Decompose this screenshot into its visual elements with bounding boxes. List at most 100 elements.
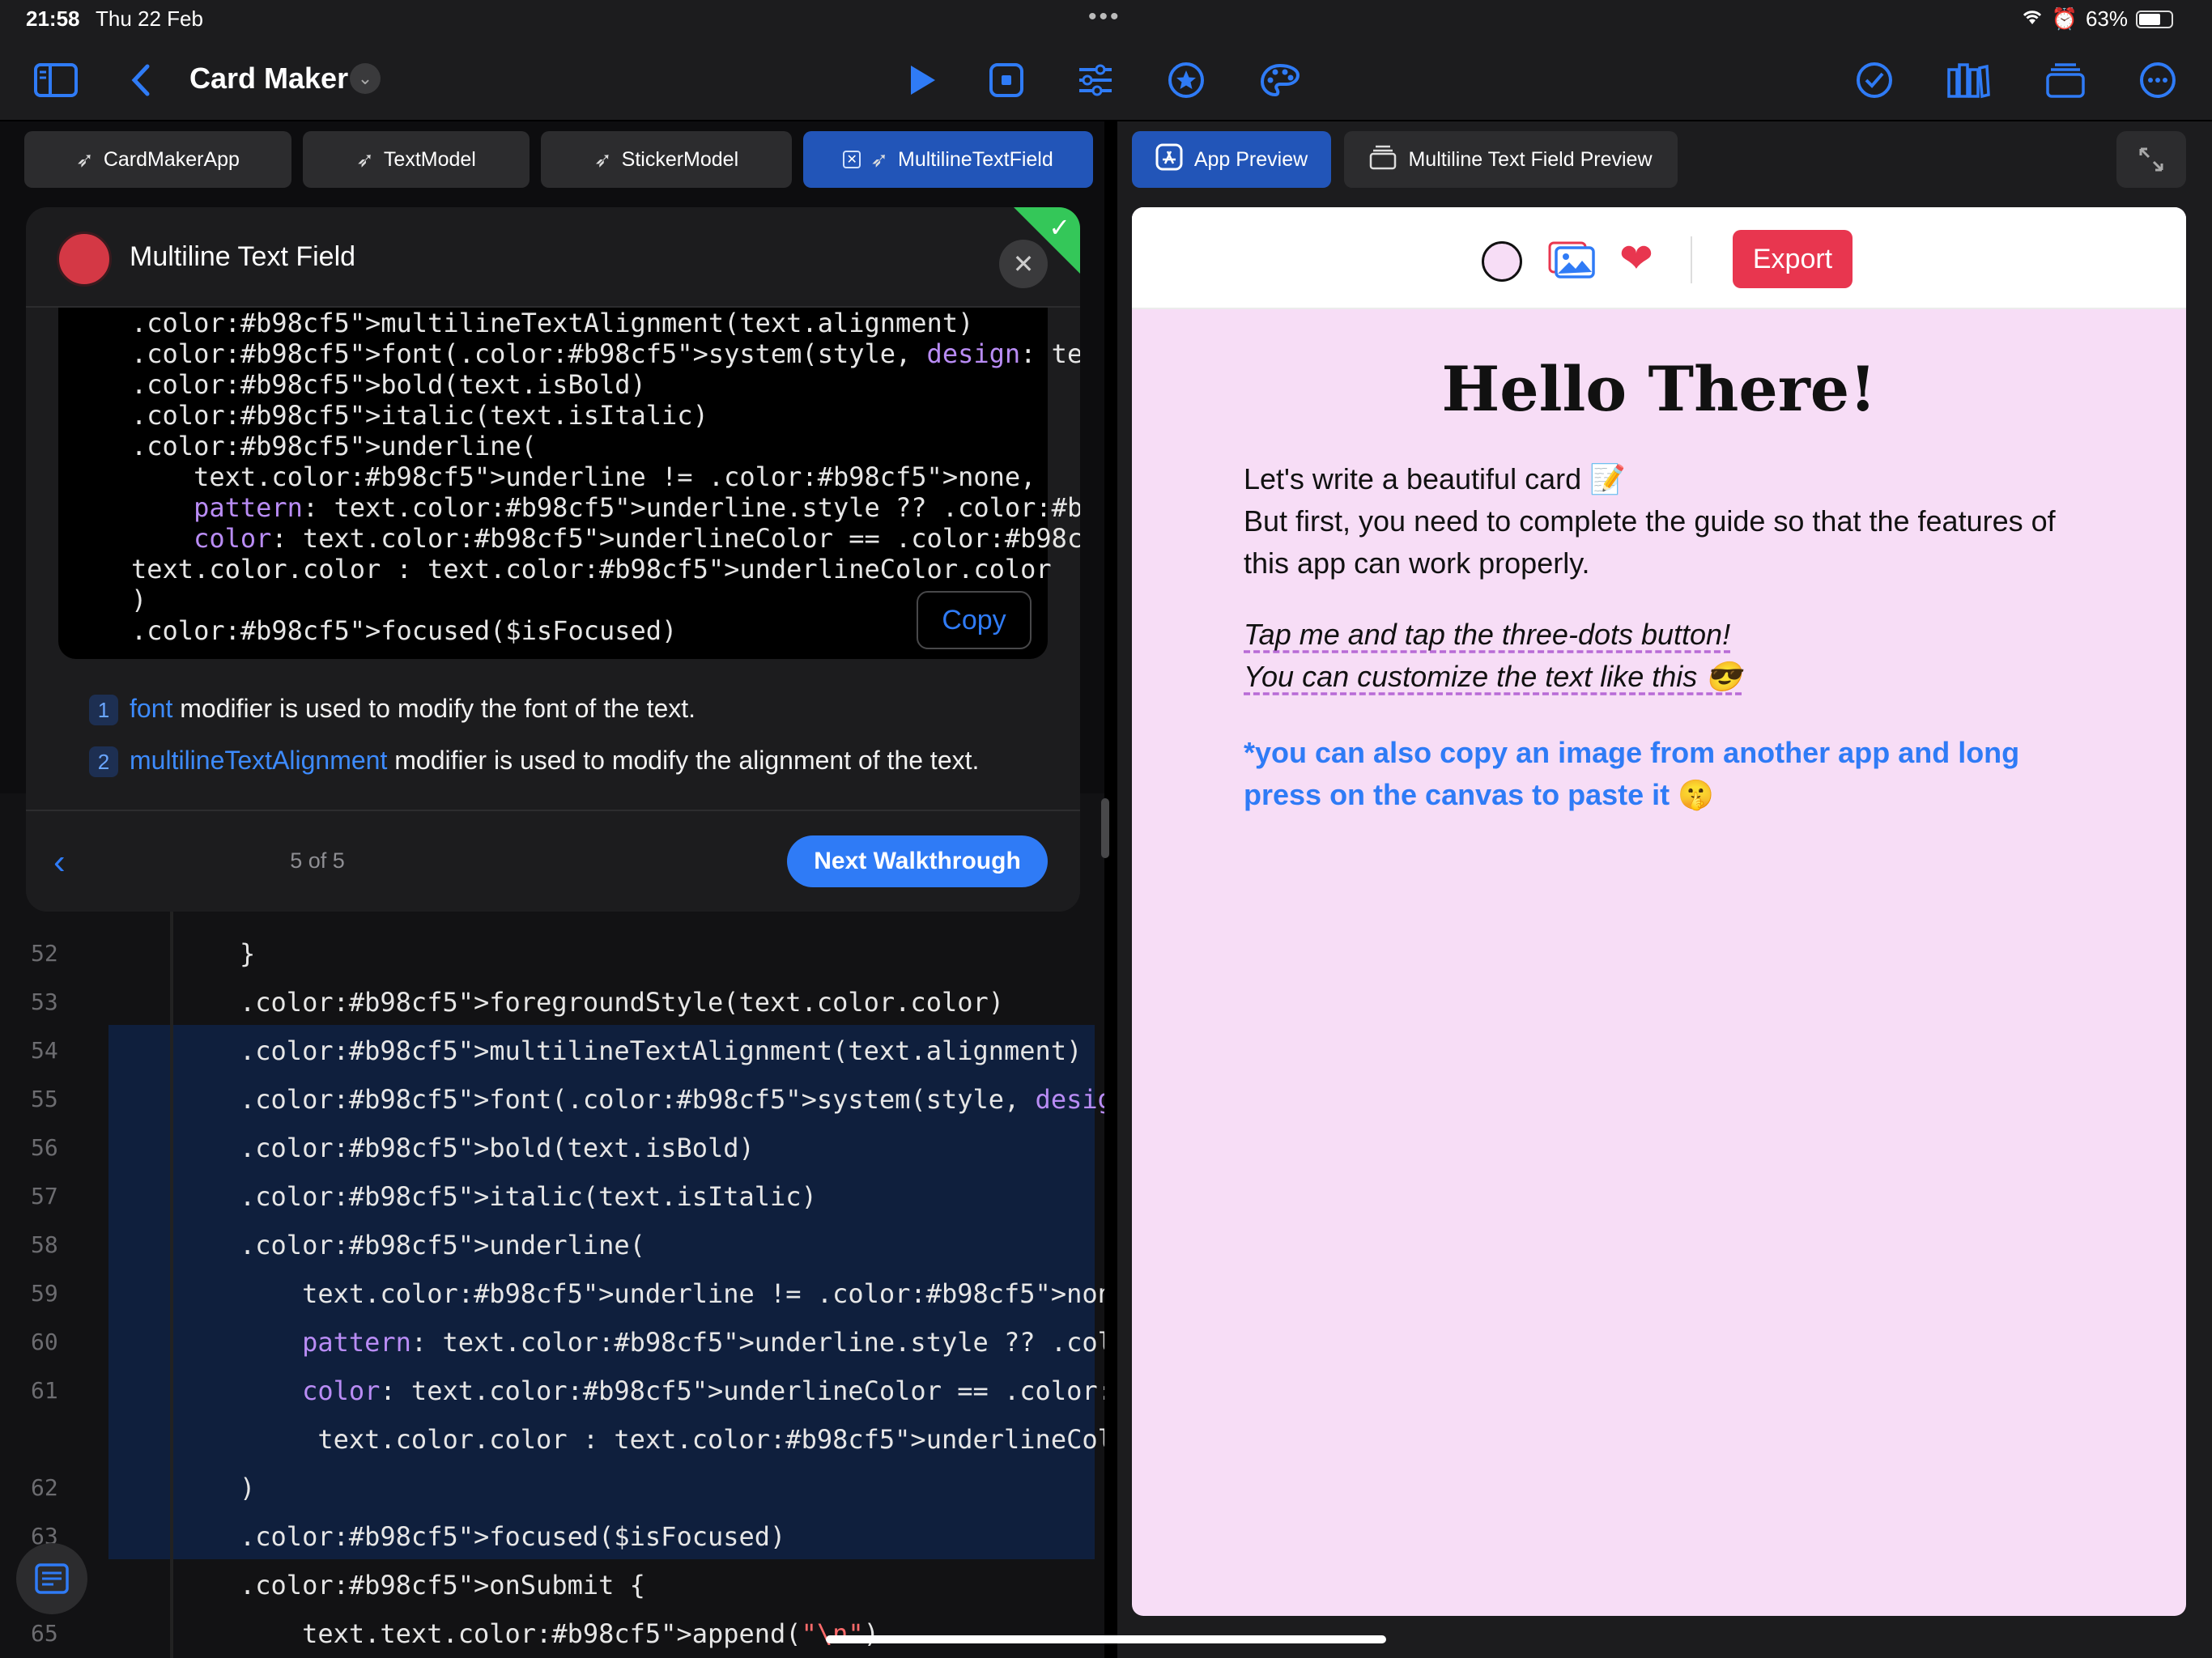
wifi-icon (2021, 6, 2044, 32)
toolbar-divider (1691, 236, 1692, 283)
card-paragraph[interactable]: Let's write a beautiful card 📝 But first… (1244, 458, 2102, 585)
color-picker-icon[interactable] (1482, 241, 1522, 282)
checkmark-icon: ✓ (1049, 213, 1070, 242)
battery-icon (2136, 10, 2173, 28)
card-line: Let's write a beautiful card 📝 (1244, 462, 1626, 495)
card-hint-text[interactable]: *you can also copy an image from another… (1244, 732, 2102, 816)
app-title[interactable]: Card Maker (189, 62, 348, 96)
swift-icon: ➶ (356, 147, 374, 172)
line-number: 54 (31, 1037, 58, 1064)
step-number: 2 (89, 746, 118, 777)
chevron-down-icon[interactable]: ⌄ (350, 63, 381, 94)
snippet-line: .color:#b98cf5">focused($isFocused) (131, 615, 678, 646)
copy-button[interactable]: Copy (917, 591, 1032, 649)
explanation-keyword[interactable]: multilineTextAlignment (130, 746, 387, 775)
photo-icon[interactable] (1548, 238, 1595, 280)
play-icon[interactable] (895, 53, 949, 107)
preview-toolbar: ❤ Export (1132, 207, 2186, 309)
code-line[interactable]: 60 pattern: text.color:#b98cf5">underlin… (0, 1318, 1394, 1367)
code-line[interactable]: 53 .color:#b98cf5">foregroundStyle(text.c… (0, 978, 1104, 1027)
preview-windows-icon (1369, 144, 1397, 176)
explanation-item: 2 multilineTextAlignment modifier is use… (89, 742, 1004, 779)
tab-cardmakerapp[interactable]: ➶ CardMakerApp (24, 131, 291, 188)
line-number: 65 (31, 1620, 58, 1647)
check-icon[interactable] (1848, 53, 1901, 107)
code-text: .color:#b98cf5">onSubmit { (240, 1570, 645, 1601)
home-indicator (826, 1635, 1386, 1643)
walkthrough-header: Multiline Text Field ✕ ✓ (26, 207, 1080, 308)
tab-app-preview[interactable]: App Preview (1132, 131, 1331, 188)
code-text: .color:#b98cf5">multilineTextAlignment(t… (240, 1035, 1083, 1066)
editor-menu-icon[interactable] (16, 1543, 87, 1614)
code-line[interactable]: 62) (0, 1464, 1104, 1512)
code-text: .color:#b98cf5">italic(text.isItalic) (240, 1181, 817, 1212)
code-line[interactable]: 58 .color:#b98cf5">underline( (0, 1221, 1104, 1269)
alarm-icon: ⏰ (2051, 6, 2078, 31)
explanation-keyword[interactable]: font (130, 694, 172, 723)
swift-icon: ➶ (76, 147, 94, 172)
walkthrough-card: Multiline Text Field ✕ ✓ .color:#b98cf5"… (26, 207, 1080, 912)
explanation-text: modifier is used to modify the alignment… (387, 746, 980, 775)
code-line[interactable]: 61 color: text.color:#b98cf5">underlineC… (0, 1367, 1394, 1415)
code-line[interactable]: .color:#b98cf5">onSubmit { (0, 1561, 1104, 1609)
star-icon[interactable] (1159, 53, 1213, 107)
code-line[interactable]: text.color.color : text.color:#b98cf5">u… (0, 1415, 1238, 1464)
snippet-line: color: text.color:#b98cf5">underlineColo… (194, 523, 1080, 554)
walkthrough-title: Multiline Text Field (130, 241, 356, 272)
line-number: 59 (31, 1280, 58, 1307)
code-line[interactable]: 56 .color:#b98cf5">bold(text.isBold) (0, 1124, 1104, 1172)
snippet-line: .color:#b98cf5">underline( (131, 431, 537, 461)
sidebar-icon[interactable] (29, 53, 83, 107)
next-walkthrough-button[interactable]: Next Walkthrough (787, 835, 1048, 887)
snippet-line: text.color.color : text.color:#b98cf5">u… (131, 554, 1052, 585)
export-button[interactable]: Export (1733, 230, 1853, 288)
more-icon[interactable] (2131, 53, 2184, 107)
battery-percent: 63% (2085, 6, 2128, 31)
multitasking-dots-icon[interactable]: ••• (1088, 3, 1121, 31)
code-line[interactable]: 57 .color:#b98cf5">italic(text.isItalic) (0, 1172, 1104, 1221)
code-text: .color:#b98cf5">foregroundStyle(text.col… (240, 987, 1005, 1018)
card-italic-text[interactable]: Tap me and tap the three-dots button! Yo… (1244, 614, 2102, 698)
walkthrough-footer: ‹ 5 of 5 Next Walkthrough (26, 810, 1080, 912)
tab-multilinetextfield[interactable]: ✕ ➶ MultilineTextField (803, 131, 1093, 188)
code-text: text.color:#b98cf5">underline != .color:… (240, 1278, 1145, 1309)
snippet-line: .color:#b98cf5">font(.color:#b98cf5">sys… (131, 338, 1080, 369)
code-text: .color:#b98cf5">underline( (240, 1230, 645, 1261)
swift-icon: ➶ (593, 147, 612, 172)
windows-icon[interactable] (2039, 53, 2092, 107)
tab-textmodel[interactable]: ➶ TextModel (303, 131, 530, 188)
tab-multiline-preview[interactable]: Multiline Text Field Preview (1344, 131, 1678, 188)
tab-stickermodel[interactable]: ➶ StickerModel (541, 131, 792, 188)
snippet-line: .color:#b98cf5">italic(text.isItalic) (131, 400, 708, 431)
code-line[interactable]: 55 .color:#b98cf5">font(.color:#b98cf5">s… (0, 1075, 1425, 1124)
code-line[interactable]: 59 text.color:#b98cf5">underline != .col… (0, 1269, 1144, 1318)
palette-icon[interactable] (1253, 53, 1307, 107)
close-tab-icon[interactable]: ✕ (843, 151, 861, 168)
split-handle[interactable] (1101, 798, 1109, 858)
code-line[interactable]: 52} (0, 929, 1104, 978)
line-number: 56 (31, 1134, 58, 1161)
code-line[interactable]: 54 .color:#b98cf5">multilineTextAlignment… (0, 1027, 1104, 1075)
code-text: text.color.color : text.color:#b98cf5">u… (240, 1424, 1238, 1455)
card-heading[interactable]: Hello There! (1132, 353, 2186, 425)
line-number: 61 (31, 1377, 58, 1404)
line-number: 60 (31, 1329, 58, 1355)
back-icon[interactable] (113, 53, 167, 107)
app-preview-canvas[interactable]: ❤ Export Hello There! Let's write a beau… (1132, 207, 2186, 1616)
code-line[interactable]: 63 .color:#b98cf5">focused($isFocused) (0, 1512, 1104, 1561)
line-number: 53 (31, 988, 58, 1015)
sliders-icon[interactable] (1069, 53, 1122, 107)
card-line: Tap me and tap the three-dots button! (1244, 618, 1731, 651)
library-icon[interactable] (1942, 53, 1995, 107)
split-divider (1104, 121, 1117, 1658)
stop-icon[interactable] (980, 53, 1033, 107)
preview-pane: App Preview Multiline Text Field Preview… (1117, 121, 2212, 1658)
code-line[interactable]: 65 text.text.color:#b98cf5">append("\n") (0, 1609, 1104, 1658)
code-snippet: .color:#b98cf5">multilineTextAlignment(t… (58, 308, 1080, 659)
snippet-line: pattern: text.color:#b98cf5">underline.s… (194, 492, 1080, 523)
tab-label: App Preview (1193, 147, 1308, 171)
step-number: 1 (89, 695, 118, 725)
heart-icon[interactable]: ❤ (1619, 235, 1653, 282)
code-text: text.text.color:#b98cf5">append("\n") (240, 1618, 879, 1649)
expand-icon[interactable] (2116, 131, 2186, 188)
